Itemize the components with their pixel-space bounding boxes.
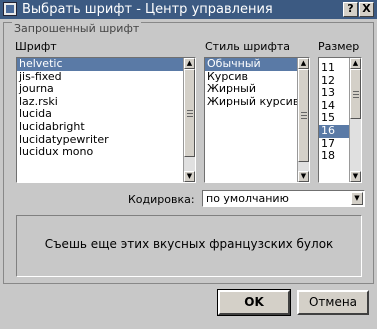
encoding-value: по умолчанию [206,192,289,205]
style-list-item[interactable]: Жирный [205,83,309,96]
arrow-up-icon[interactable]: ▲ [298,58,309,69]
style-list-label: Стиль шрифта [205,40,290,53]
style-list-item[interactable]: Обычный [205,58,309,71]
scroll-thumb[interactable] [350,69,361,119]
font-list-item[interactable]: helvetic [17,58,195,71]
font-list-label: Шрифт [15,40,57,53]
scroll-thumb[interactable] [298,69,309,162]
size-list-label: Размер [318,40,360,53]
scroll-thumb[interactable] [184,69,195,157]
style-list-item[interactable]: Жирный курсив [205,95,309,109]
font-list-item[interactable]: lucidux mono [17,146,195,159]
arrow-down-icon[interactable]: ▼ [298,171,309,182]
ok-button[interactable]: OK [217,289,291,316]
style-list[interactable]: Обычный Курсив Жирный Жирный курсив ▲ ▼ [204,57,310,183]
encoding-select[interactable]: по умолчанию ▼ [202,190,365,207]
font-list-item[interactable]: lucidabright [17,120,195,134]
font-list-scrollbar[interactable]: ▲ ▼ [183,58,195,182]
chevron-down-icon[interactable]: ▼ [351,192,363,205]
style-list-scrollbar[interactable]: ▲ ▼ [297,58,309,182]
window-app-icon[interactable] [3,2,17,16]
arrow-up-icon[interactable]: ▲ [184,58,195,69]
font-list[interactable]: helvetic jis-fixed journa laz.rski lucida luc… [16,57,196,183]
size-list-scrollbar[interactable]: ▲ ▼ [349,58,361,182]
font-list-item[interactable]: journa [17,83,195,96]
arrow-up-icon[interactable]: ▲ [350,58,361,69]
cancel-button[interactable]: Отмена [297,290,369,315]
preview-text: Съешь еще этих вкусных французских булок [44,237,334,251]
arrow-down-icon[interactable]: ▼ [350,171,361,182]
font-preview: Съешь еще этих вкусных французских булок [16,215,362,277]
size-list[interactable]: 11 12 13 14 15 16 17 18 ▲ ▼ [318,57,362,183]
help-button[interactable]: ? [343,2,358,17]
title-bar[interactable]: Выбрать шрифт - Центр управления ? X [0,0,377,19]
encoding-label: Кодировка: [128,193,195,206]
arrow-down-icon[interactable]: ▼ [184,171,195,182]
close-button[interactable]: X [359,2,374,17]
group-title: Запрошенный шрифт [12,22,142,35]
window-title: Выбрать шрифт - Центр управления [22,2,273,17]
